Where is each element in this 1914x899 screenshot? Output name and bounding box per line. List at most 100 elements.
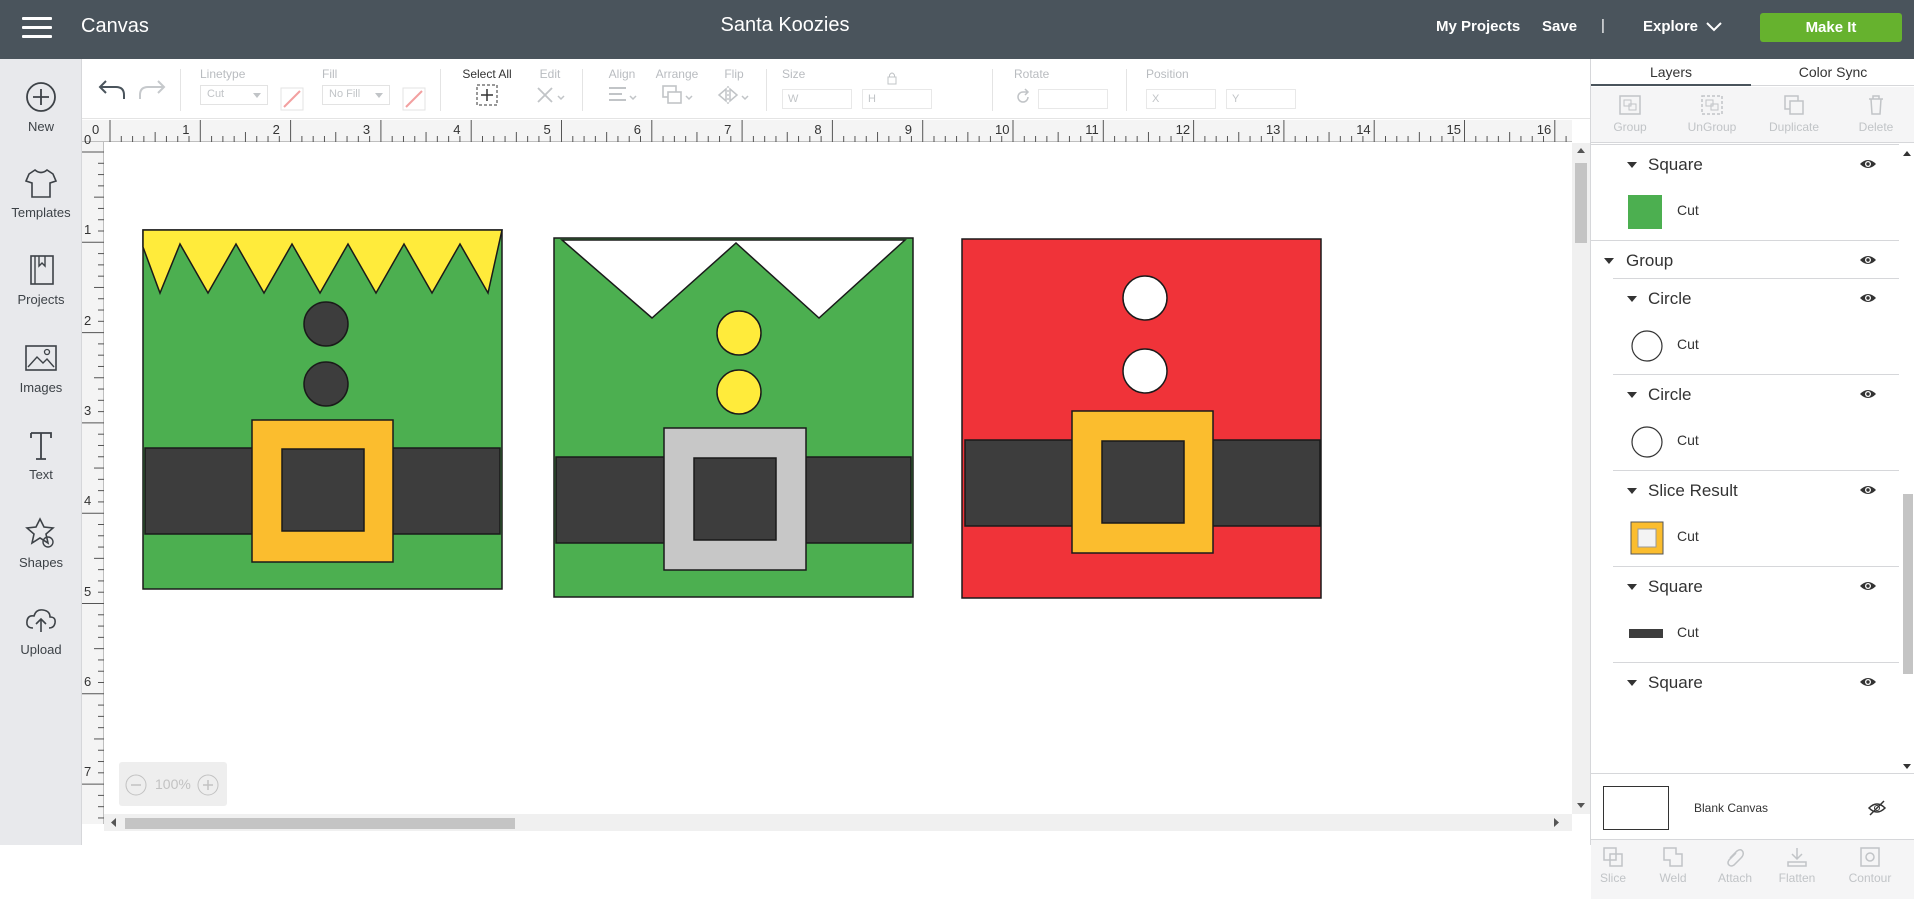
scroll-down-icon[interactable] [1903, 764, 1911, 770]
caret-down-icon[interactable] [1627, 488, 1637, 494]
zoom-in-icon[interactable] [197, 774, 219, 796]
position-group: Position X Y [1146, 67, 1296, 109]
layers-scrollbar[interactable] [1899, 144, 1914, 773]
tab-color-sync[interactable]: Color Sync [1753, 64, 1913, 80]
delete-button[interactable]: Delete [1837, 93, 1914, 134]
rotate-icon [1017, 88, 1030, 103]
arrange-button[interactable]: Arrange [652, 67, 702, 109]
flip-button[interactable]: Flip [714, 67, 754, 109]
undo-icon[interactable] [98, 77, 126, 101]
layer-row-square[interactable]: Square [1613, 662, 1899, 700]
my-projects-link[interactable]: My Projects [1436, 18, 1520, 35]
eye-icon[interactable] [1859, 579, 1877, 593]
x-position-input[interactable]: X [1146, 89, 1216, 109]
select-all-label: Select All [462, 67, 512, 81]
attach-button[interactable]: Attach [1703, 846, 1767, 885]
layer-row-group[interactable]: Group [1591, 240, 1899, 278]
layer-operation-row[interactable]: Cut [1591, 604, 1899, 662]
linetype-select[interactable]: Cut [200, 85, 268, 105]
layer-operation-row[interactable]: Cut [1591, 316, 1899, 374]
elf-koozie-design[interactable] [142, 229, 503, 590]
slice-button[interactable]: Slice [1581, 846, 1645, 885]
santa-koozie-design[interactable] [961, 238, 1322, 599]
layer-row-circle[interactable]: Circle [1613, 374, 1899, 412]
scroll-right-icon[interactable] [1554, 818, 1560, 827]
chevron-down-icon [1706, 22, 1722, 32]
height-input[interactable]: H [862, 89, 932, 109]
sidebar-item-projects[interactable]: Projects [0, 252, 82, 307]
eye-icon[interactable] [1859, 483, 1877, 497]
fill-select[interactable]: No Fill [322, 85, 390, 105]
eye-icon[interactable] [1859, 157, 1877, 171]
canvas-horizontal-scrollbar[interactable] [104, 814, 1572, 831]
eye-hidden-icon[interactable] [1867, 800, 1887, 816]
caret-down-icon[interactable] [1627, 162, 1637, 168]
design-canvas[interactable] [104, 143, 1572, 814]
eye-icon[interactable] [1859, 387, 1877, 401]
paperclip-icon [1727, 848, 1744, 867]
layer-row-slice-result[interactable]: Slice Result [1613, 470, 1899, 508]
attach-label: Attach [1717, 871, 1753, 885]
sidebar-item-text[interactable]: Text [0, 427, 82, 482]
group-button[interactable]: Group [1591, 93, 1669, 134]
layer-swatch-circle[interactable] [1630, 425, 1664, 459]
lock-icon[interactable] [886, 71, 898, 85]
scrollbar-thumb[interactable] [1903, 494, 1913, 674]
linetype-color-swatch[interactable] [280, 87, 304, 111]
zoom-out-icon[interactable] [125, 774, 147, 796]
fill-color-swatch[interactable] [402, 87, 426, 111]
layer-row-square[interactable]: Square [1613, 566, 1899, 604]
align-button[interactable]: Align [602, 67, 642, 109]
scroll-left-icon[interactable] [110, 818, 116, 827]
layer-swatch-circle[interactable] [1630, 329, 1664, 363]
scroll-up-icon[interactable] [1903, 150, 1911, 156]
canvas-vertical-scrollbar[interactable] [1572, 143, 1590, 814]
width-input[interactable]: W [782, 89, 852, 109]
layer-row-circle[interactable]: Circle [1613, 278, 1899, 316]
caret-down-icon[interactable] [1627, 584, 1637, 590]
caret-down-icon[interactable] [1627, 296, 1637, 302]
explore-dropdown[interactable]: Explore [1643, 18, 1722, 35]
sidebar-item-images[interactable]: Images [0, 340, 82, 395]
blank-canvas-row[interactable]: Blank Canvas [1591, 773, 1914, 838]
ungroup-button[interactable]: UnGroup [1673, 93, 1751, 134]
layer-operation-row[interactable]: Cut [1591, 182, 1899, 240]
weld-button[interactable]: Weld [1641, 846, 1705, 885]
tab-layers[interactable]: Layers [1591, 64, 1751, 86]
caret-down-icon[interactable] [1627, 680, 1637, 686]
sidebar-item-new[interactable]: New [0, 79, 82, 134]
layer-row-square[interactable]: Square [1591, 144, 1899, 182]
contour-button[interactable]: Contour [1835, 846, 1905, 885]
make-it-button[interactable]: Make It [1760, 13, 1902, 42]
toolbar-divider [180, 69, 181, 111]
layer-swatch-square[interactable] [1628, 195, 1662, 229]
y-position-input[interactable]: Y [1226, 89, 1296, 109]
elf-collar-koozie-design[interactable] [553, 237, 914, 598]
scrollbar-thumb[interactable] [1575, 163, 1587, 243]
scroll-down-icon[interactable] [1577, 803, 1585, 809]
layer-swatch-square[interactable] [1629, 629, 1663, 638]
caret-down-icon[interactable] [1604, 258, 1614, 264]
blank-canvas-swatch[interactable] [1603, 786, 1669, 830]
layer-operation-row[interactable]: Cut [1591, 412, 1899, 470]
duplicate-button[interactable]: Duplicate [1755, 93, 1833, 134]
redo-icon[interactable] [138, 77, 166, 101]
eye-icon[interactable] [1859, 253, 1877, 267]
scrollbar-thumb[interactable] [125, 818, 515, 829]
save-link[interactable]: Save [1542, 18, 1577, 35]
edit-button[interactable]: Edit [530, 67, 570, 109]
rotate-input[interactable] [1038, 89, 1108, 109]
caret-down-icon[interactable] [1627, 392, 1637, 398]
sidebar-item-upload[interactable]: Upload [0, 602, 82, 657]
eye-icon[interactable] [1859, 291, 1877, 305]
layer-operation-row[interactable]: Cut [1591, 508, 1899, 566]
eye-icon[interactable] [1859, 675, 1877, 689]
layer-swatch-slice-result[interactable] [1630, 521, 1664, 555]
flatten-button[interactable]: Flatten [1765, 846, 1829, 885]
scroll-up-icon[interactable] [1577, 147, 1585, 153]
sidebar-item-templates[interactable]: Templates [0, 165, 82, 220]
sidebar-item-shapes[interactable]: Shapes [0, 515, 82, 570]
ruler-number: 2 [84, 312, 92, 328]
flatten-label: Flatten [1778, 871, 1816, 885]
select-all-button[interactable]: Select All [462, 67, 512, 109]
